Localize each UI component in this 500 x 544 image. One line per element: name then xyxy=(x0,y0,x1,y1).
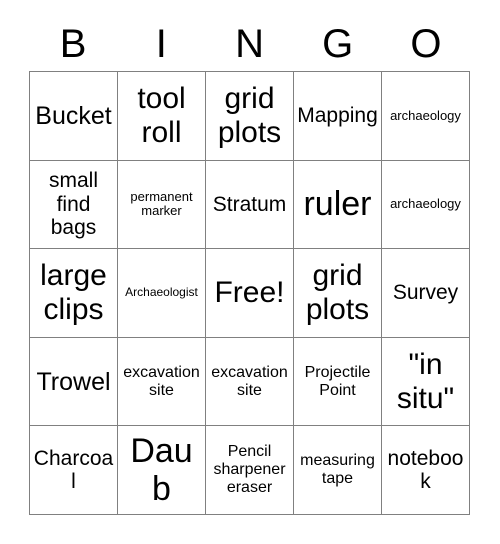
bingo-cell-r4c4[interactable]: Projectile Point xyxy=(294,337,382,427)
bingo-header-letter-b: B xyxy=(59,21,87,66)
bingo-cell-label: small find bags xyxy=(48,169,98,240)
bingo-cell-label: Projectile Point xyxy=(304,363,371,399)
bingo-cell-r2c4[interactable]: ruler xyxy=(294,160,382,250)
bingo-cell-label: excavation site xyxy=(123,363,200,399)
bingo-cell-label: archaeology xyxy=(390,107,461,123)
bingo-cell-label: measuring tape xyxy=(300,452,375,488)
bingo-cell-label: "in situ" xyxy=(396,348,455,415)
bingo-cell-r5c1[interactable]: Charcoal xyxy=(30,426,118,515)
bingo-cell-label: Survey xyxy=(392,281,459,305)
bingo-cell-label: tool roll xyxy=(137,82,186,149)
bingo-header-row: B I N G O xyxy=(29,16,470,71)
bingo-cell-label: Daub xyxy=(130,432,193,509)
bingo-cell-r2c5[interactable]: archaeology xyxy=(382,160,470,250)
bingo-cell-label: archaeology xyxy=(390,196,461,212)
bingo-cell-label: grid plots xyxy=(217,82,282,149)
bingo-cell-r4c2[interactable]: excavation site xyxy=(118,337,206,427)
bingo-cell-r3c2[interactable]: Archaeologist xyxy=(118,249,206,338)
bingo-grid: Bucket tool roll grid plots Mapping arch… xyxy=(29,71,470,515)
bingo-cell-label: Trowel xyxy=(36,367,111,396)
bingo-cell-r5c4[interactable]: measuring tape xyxy=(294,426,382,515)
bingo-cell-r1c1[interactable]: Bucket xyxy=(30,72,118,161)
bingo-cell-r5c5[interactable]: notebook xyxy=(382,426,470,515)
bingo-cell-r2c3[interactable]: Stratum xyxy=(206,160,294,250)
bingo-header-letter-n: N xyxy=(235,21,264,66)
bingo-cell-label: Pencil sharpener eraser xyxy=(213,443,286,497)
bingo-cell-label: ruler xyxy=(303,185,372,224)
bingo-cell-r3c1[interactable]: large clips xyxy=(30,249,118,338)
bingo-cell-label: Archaeologist xyxy=(125,285,198,300)
bingo-card: B I N G O Bucket tool roll grid plots Ma… xyxy=(0,0,500,544)
bingo-cell-label: Charcoal xyxy=(33,446,114,494)
bingo-cell-r2c1[interactable]: small find bags xyxy=(30,160,118,250)
bingo-cell-r4c1[interactable]: Trowel xyxy=(30,337,118,427)
bingo-cell-r2c2[interactable]: permanent marker xyxy=(118,160,206,250)
bingo-cell-r3c5[interactable]: Survey xyxy=(382,249,470,338)
bingo-cell-label: notebook xyxy=(387,446,464,494)
bingo-cell-r1c5[interactable]: archaeology xyxy=(382,72,470,161)
bingo-cell-r1c3[interactable]: grid plots xyxy=(206,72,294,161)
bingo-cell-free-space[interactable]: Free! xyxy=(206,249,294,338)
bingo-header-letter-g: G xyxy=(322,21,354,66)
bingo-cell-label: large clips xyxy=(40,259,107,326)
bingo-cell-r5c3[interactable]: Pencil sharpener eraser xyxy=(206,426,294,515)
bingo-header-letter-o: O xyxy=(410,21,442,66)
bingo-cell-label: excavation site xyxy=(211,363,288,399)
bingo-cell-r4c5[interactable]: "in situ" xyxy=(382,337,470,427)
bingo-cell-label: grid plots xyxy=(305,259,370,326)
bingo-cell-r3c4[interactable]: grid plots xyxy=(294,249,382,338)
bingo-cell-r4c3[interactable]: excavation site xyxy=(206,337,294,427)
bingo-cell-label: Mapping xyxy=(297,104,378,128)
bingo-cell-r5c2[interactable]: Daub xyxy=(118,426,206,515)
bingo-cell-r1c4[interactable]: Mapping xyxy=(294,72,382,161)
bingo-cell-label: Stratum xyxy=(212,192,287,216)
bingo-cell-r1c2[interactable]: tool roll xyxy=(118,72,206,161)
bingo-header-letter-i: I xyxy=(155,21,167,66)
bingo-cell-label: Bucket xyxy=(35,101,112,130)
bingo-cell-label: permanent marker xyxy=(130,188,193,219)
bingo-cell-label: Free! xyxy=(214,276,285,310)
